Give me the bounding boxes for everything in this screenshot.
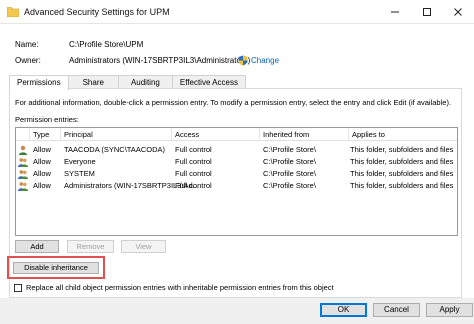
row-access: Full control — [175, 181, 212, 190]
replace-child-permissions-option[interactable]: Replace all child object permission entr… — [14, 283, 334, 292]
remove-button[interactable]: Remove — [67, 240, 114, 253]
permission-entries-label: Permission entries: — [15, 115, 79, 124]
row-principal: Everyone — [64, 157, 96, 166]
row-type: Allow — [33, 145, 51, 154]
shield-icon — [238, 55, 248, 66]
table-row[interactable]: Allow Administrators (WIN-17SBRTP3IL3\Ad… — [16, 181, 457, 191]
close-button[interactable] — [442, 0, 474, 24]
ok-button[interactable]: OK — [320, 303, 367, 317]
title-bar: Advanced Security Settings for UPM — [0, 0, 474, 24]
column-header-applies-to[interactable]: Applies to — [349, 128, 457, 141]
row-type: Allow — [33, 157, 51, 166]
minimize-button[interactable] — [379, 0, 411, 24]
row-applies-to: This folder, subfolders and files — [350, 145, 454, 154]
owner-label: Owner: — [15, 56, 41, 65]
tab-strip: Permissions Share Auditing Effective Acc… — [9, 75, 246, 90]
row-principal: SYSTEM — [64, 169, 95, 178]
close-icon — [454, 8, 462, 16]
add-button[interactable]: Add — [15, 240, 59, 253]
row-applies-to: This folder, subfolders and files — [350, 181, 454, 190]
tab-share[interactable]: Share — [67, 75, 119, 89]
row-type: Allow — [33, 181, 51, 190]
cancel-button[interactable]: Cancel — [373, 303, 420, 317]
row-inherited-from: C:\Profile Store\ — [263, 181, 316, 190]
name-label: Name: — [15, 40, 39, 49]
user-group-icon — [18, 157, 28, 167]
row-inherited-from: C:\Profile Store\ — [263, 157, 316, 166]
permission-entries-list[interactable]: Type Principal Access Inherited from App… — [15, 127, 458, 236]
row-access: Full control — [175, 157, 212, 166]
change-link-label[interactable]: Change — [251, 56, 279, 65]
column-header-type[interactable]: Type — [30, 128, 61, 141]
replace-child-permissions-checkbox[interactable] — [14, 283, 22, 292]
row-inherited-from: C:\Profile Store\ — [263, 169, 316, 178]
maximize-button[interactable] — [411, 0, 443, 24]
tab-auditing[interactable]: Auditing — [117, 75, 173, 89]
row-principal: TAACODA (SYNC\TAACODA) — [64, 145, 165, 154]
column-header-principal[interactable]: Principal — [61, 128, 172, 141]
tab-effective-access[interactable]: Effective Access — [171, 75, 246, 89]
user-group-icon — [18, 181, 28, 191]
replace-child-permissions-label: Replace all child object permission entr… — [26, 283, 334, 292]
row-inherited-from: C:\Profile Store\ — [263, 145, 316, 154]
single-user-icon — [18, 145, 28, 155]
column-header-inherited-from[interactable]: Inherited from — [260, 128, 349, 141]
row-access: Full control — [175, 145, 212, 154]
row-applies-to: This folder, subfolders and files — [350, 169, 454, 178]
table-row[interactable]: Allow Everyone Full control C:\Profile S… — [16, 157, 457, 167]
row-applies-to: This folder, subfolders and files — [350, 157, 454, 166]
table-row[interactable]: Allow SYSTEM Full control C:\Profile Sto… — [16, 169, 457, 179]
list-header: Type Principal Access Inherited from App… — [16, 128, 457, 141]
change-owner-link[interactable]: Change — [238, 55, 279, 66]
name-value: C:\Profile Store\UPM — [69, 40, 144, 49]
row-type: Allow — [33, 169, 51, 178]
user-group-icon — [18, 169, 28, 179]
window-title: Advanced Security Settings for UPM — [24, 7, 170, 17]
table-row[interactable]: Allow TAACODA (SYNC\TAACODA) Full contro… — [16, 145, 457, 155]
disable-inheritance-button[interactable]: Disable inheritance — [13, 262, 99, 274]
row-access: Full control — [175, 169, 212, 178]
instructions-text: For additional information, double-click… — [15, 98, 452, 107]
apply-button[interactable]: Apply — [426, 303, 473, 317]
tab-permissions[interactable]: Permissions — [9, 75, 69, 90]
view-button[interactable]: View — [121, 240, 166, 253]
maximize-icon — [423, 8, 431, 16]
folder-icon — [6, 6, 20, 18]
column-header-access[interactable]: Access — [172, 128, 260, 141]
icon-column-header — [16, 128, 30, 141]
minimize-icon — [391, 11, 399, 13]
owner-value: Administrators (WIN-17SBRTP3IL3\Administ… — [69, 56, 251, 65]
